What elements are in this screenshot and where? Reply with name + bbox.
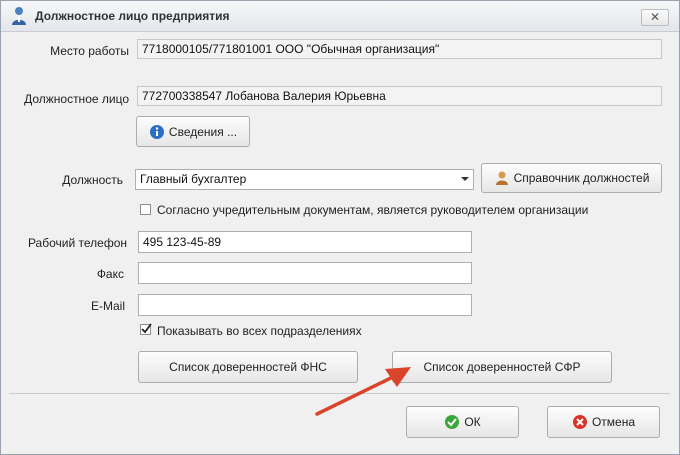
position-label: Должность — [62, 173, 123, 187]
cancel-button-label: Отмена — [591, 415, 636, 429]
cancel-button[interactable]: Отмена — [547, 406, 660, 438]
ok-icon — [445, 415, 460, 429]
fax-field[interactable] — [138, 262, 472, 284]
workplace-field[interactable]: 7718000105/771801001 ООО "Обычная органи… — [137, 39, 662, 59]
sfr-button-label: Список доверенностей СФР — [423, 360, 581, 374]
workplace-label: Место работы — [50, 44, 129, 58]
position-directory-button[interactable]: Справочник должностей — [481, 163, 662, 193]
position-select[interactable]: Главный бухгалтер — [135, 169, 474, 190]
is-head-checkbox-label: Согласно учредительным документам, являе… — [157, 203, 589, 217]
official-field[interactable]: 772700338547 Лобанова Валерия Юрьевна — [137, 86, 662, 106]
details-button[interactable]: Сведения ... — [136, 116, 250, 147]
window-title: Должностное лицо предприятия — [35, 9, 230, 23]
ok-button[interactable]: ОК — [406, 406, 519, 438]
show-all-checkbox-label: Показывать во всех подразделениях — [157, 324, 362, 338]
person-icon — [495, 171, 508, 185]
show-all-checkbox[interactable] — [140, 323, 152, 335]
dialog-window: Должностное лицо предприятия ✕ Место раб… — [0, 0, 680, 455]
sfr-button[interactable]: Список доверенностей СФР — [392, 351, 612, 383]
user-icon — [12, 7, 26, 25]
ok-button-label: ОК — [464, 415, 481, 429]
work-phone-field[interactable]: 495 123-45-89 — [138, 231, 472, 253]
position-select-value: Главный бухгалтер — [140, 172, 247, 186]
close-button[interactable]: ✕ — [641, 9, 669, 26]
chevron-down-icon[interactable] — [461, 177, 469, 181]
info-icon — [149, 124, 164, 139]
work-phone-label: Рабочий телефон — [27, 236, 127, 250]
fns-button-label: Список доверенностей ФНС — [169, 360, 327, 374]
email-label: E-Mail — [90, 299, 125, 313]
cancel-icon — [572, 415, 587, 429]
position-directory-button-label: Справочник должностей — [513, 171, 650, 185]
details-button-label: Сведения ... — [168, 124, 238, 139]
fns-button[interactable]: Список доверенностей ФНС — [138, 351, 358, 383]
checkmark-icon — [141, 323, 152, 334]
annotation-arrow — [315, 367, 411, 416]
is-head-checkbox[interactable] — [140, 204, 151, 215]
email-field[interactable] — [138, 294, 472, 316]
title-bar: Должностное лицо предприятия ✕ — [1, 1, 679, 32]
fax-label: Факс — [96, 267, 124, 281]
divider — [9, 393, 670, 394]
close-icon: ✕ — [649, 10, 661, 24]
official-label: Должностное лицо — [24, 92, 129, 106]
